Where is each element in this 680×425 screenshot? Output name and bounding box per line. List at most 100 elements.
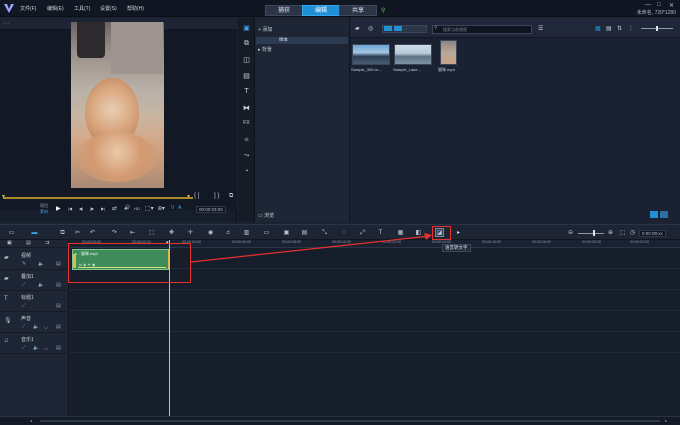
- title-tool-icon[interactable]: T: [376, 229, 385, 238]
- speed-icon[interactable]: ◔: [241, 168, 252, 179]
- folder-item-background[interactable]: ▸ 背景: [258, 46, 272, 53]
- voice-track-row[interactable]: [70, 311, 680, 332]
- track-solo-icon[interactable]: ◡: [44, 345, 48, 351]
- preview-scrub-bar[interactable]: [3, 197, 193, 199]
- copy-icon[interactable]: ⧉: [58, 229, 67, 238]
- path-icon[interactable]: ⤳: [241, 152, 252, 163]
- aspect-ratio-icon[interactable]: ⬚▾: [145, 205, 154, 212]
- list-view-icon[interactable]: ☰: [538, 25, 543, 32]
- scroll-left-icon[interactable]: ◂: [30, 418, 32, 423]
- chapter-icon[interactable]: ▤: [26, 240, 31, 246]
- track-visible-icon[interactable]: ▤: [56, 345, 61, 351]
- timeline-view-icon[interactable]: ▬: [30, 229, 39, 238]
- media-thumbnail-selected[interactable]: [440, 40, 457, 65]
- folder-item-sample[interactable]: 样本: [256, 37, 348, 44]
- track-edit-icon[interactable]: ✎: [22, 261, 26, 267]
- screen-record-icon[interactable]: ▭: [262, 229, 271, 238]
- browse-button[interactable]: ▭ 浏览: [258, 212, 274, 219]
- record-tool-icon[interactable]: ✥: [167, 229, 176, 238]
- auto-music-icon[interactable]: ♬: [224, 229, 233, 238]
- track-edit-icon[interactable]: ⟋: [22, 345, 26, 351]
- motion-tracking-icon[interactable]: ⤡: [320, 229, 329, 238]
- menu-help[interactable]: 帮助(H): [127, 5, 144, 12]
- tab-edit[interactable]: 编辑: [302, 5, 340, 16]
- storyboard-view-icon[interactable]: ▭: [7, 229, 16, 238]
- trim-start-icon[interactable]: ▾: [2, 193, 5, 200]
- audio-mixer-icon[interactable]: ◉: [206, 229, 215, 238]
- menu-edit[interactable]: 编辑(E): [47, 5, 64, 12]
- scrollbar-track[interactable]: [40, 420, 660, 422]
- media-icon[interactable]: ▣: [241, 24, 252, 35]
- undo-icon[interactable]: ↶: [88, 229, 97, 238]
- track-manager-icon[interactable]: ▣: [7, 240, 12, 246]
- track-mute-icon[interactable]: 🔈: [38, 282, 44, 288]
- graphics-icon[interactable]: ⧓: [241, 104, 252, 115]
- minimize-button[interactable]: —: [645, 2, 651, 8]
- track-edit-icon[interactable]: ⟋: [22, 324, 26, 330]
- add-folder-button[interactable]: + 添加: [258, 26, 272, 33]
- template-icon[interactable]: ▤: [241, 72, 252, 83]
- track-mute-icon[interactable]: 🔈: [33, 324, 39, 330]
- details-view-icon[interactable]: ▤: [606, 25, 612, 32]
- record-icon[interactable]: ◎: [368, 25, 373, 32]
- redo-icon[interactable]: ↷: [110, 229, 119, 238]
- highlight-icon[interactable]: ◧: [414, 229, 423, 238]
- instant-project-icon[interactable]: ⧉: [241, 40, 252, 51]
- go-to-end-button[interactable]: ▶|: [101, 206, 105, 211]
- maximize-button[interactable]: □: [657, 2, 661, 8]
- import-folder-icon[interactable]: ▰: [355, 25, 360, 32]
- title-track-row[interactable]: [70, 290, 680, 311]
- timeline-timecode[interactable]: 0:00:09:xx: [639, 230, 666, 237]
- crop-icon[interactable]: ⧉: [229, 193, 233, 200]
- subtitle-editor-icon[interactable]: ▦: [396, 229, 405, 238]
- play-button[interactable]: ▶: [56, 205, 61, 212]
- track-visible-icon[interactable]: ▤: [56, 261, 61, 267]
- go-to-start-button[interactable]: |◀: [68, 206, 72, 211]
- options-panel-icon[interactable]: [650, 211, 658, 218]
- thumbnail-view-icon[interactable]: ▦: [595, 25, 601, 32]
- expand-icon[interactable]: ⤢: [358, 229, 367, 238]
- multicam-icon[interactable]: ▥: [242, 229, 251, 238]
- zoom-out-icon[interactable]: ⊖: [566, 229, 575, 238]
- sort-icon[interactable]: ⇅: [617, 25, 622, 32]
- track-mute-icon[interactable]: 🔈: [38, 261, 44, 267]
- filter-image-icon[interactable]: [394, 26, 402, 31]
- transition-icon[interactable]: ◫: [241, 56, 252, 67]
- search-input[interactable]: 搜索当前视图: [432, 25, 532, 34]
- filter-video-icon[interactable]: [384, 26, 392, 31]
- track-visible-icon[interactable]: ▤: [56, 324, 61, 330]
- track-visible-icon[interactable]: ▤: [56, 303, 61, 309]
- filter-audio-icon[interactable]: ♪: [405, 26, 408, 32]
- music-track-row[interactable]: [70, 332, 680, 353]
- split-screen-icon[interactable]: ▤: [300, 229, 309, 238]
- audio-icon[interactable]: A: [178, 205, 181, 211]
- zoom-in-icon[interactable]: ⊕: [606, 229, 615, 238]
- track-edit-icon[interactable]: ⟋: [22, 282, 26, 288]
- media-thumbnail[interactable]: [352, 44, 390, 65]
- split-icon[interactable]: { [: [194, 193, 199, 199]
- track-mute-icon[interactable]: 🔈: [33, 345, 39, 351]
- volume-icon[interactable]: 🔊: [124, 205, 130, 211]
- bulb-icon[interactable]: ⚲: [381, 7, 385, 14]
- track-edit-icon[interactable]: ⟋: [22, 303, 26, 309]
- tab-capture[interactable]: 捕获: [265, 5, 303, 16]
- zoom-slider[interactable]: [578, 233, 604, 234]
- trim-end-icon[interactable]: ▾: [187, 193, 190, 200]
- slider-thumb[interactable]: [656, 26, 658, 31]
- next-frame-button[interactable]: |▶: [90, 206, 94, 211]
- tab-share[interactable]: 共享: [339, 5, 377, 16]
- tools-icon[interactable]: ✂: [73, 229, 82, 238]
- library-layout-icon[interactable]: [660, 211, 668, 218]
- mask-icon[interactable]: ◌: [340, 229, 349, 238]
- media-thumbnail[interactable]: [394, 44, 432, 65]
- options-icon[interactable]: ⋮: [628, 25, 634, 32]
- filter-icon[interactable]: ✧: [241, 136, 252, 147]
- snapshot-icon[interactable]: ⧈▾: [158, 205, 165, 213]
- ripple-edit-icon[interactable]: ⇉: [45, 240, 49, 246]
- split-end-icon[interactable]: ] }: [214, 193, 219, 199]
- camera-tool-icon[interactable]: ▸: [454, 229, 463, 238]
- snapshot-tool-icon[interactable]: ⬚: [147, 229, 156, 238]
- clip-mode-label[interactable]: 素材: [40, 209, 48, 215]
- stop-motion-icon[interactable]: ▣: [282, 229, 291, 238]
- fit-icon[interactable]: ⇤: [128, 229, 137, 238]
